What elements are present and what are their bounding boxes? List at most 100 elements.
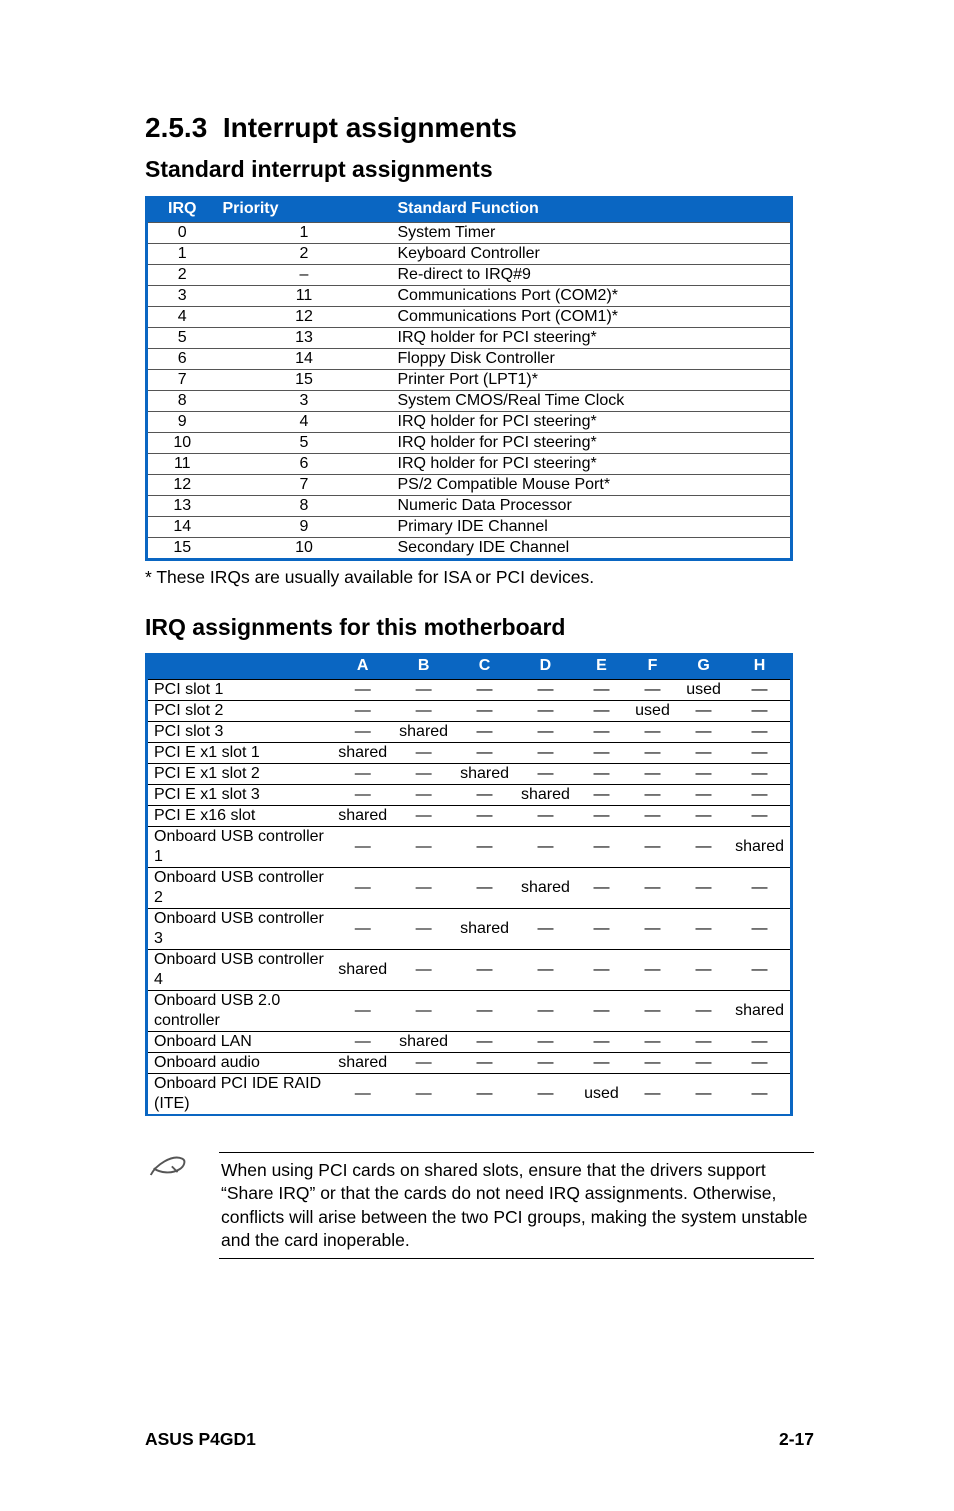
cell-value: — — [393, 827, 454, 868]
cell-value: shared — [332, 806, 393, 827]
cell-value: — — [678, 868, 729, 909]
cell-function: Keyboard Controller — [392, 243, 792, 264]
cell-value: — — [515, 764, 576, 785]
cell-function: Secondary IDE Channel — [392, 537, 792, 559]
cell-function: System CMOS/Real Time Clock — [392, 390, 792, 411]
cell-function: IRQ holder for PCI steering* — [392, 432, 792, 453]
cell-value: — — [332, 827, 393, 868]
table-row: 1510Secondary IDE Channel — [147, 537, 792, 559]
cell-label: PCI E x1 slot 2 — [147, 764, 333, 785]
cell-priority: 14 — [217, 348, 392, 369]
cell-irq: 2 — [147, 264, 217, 285]
table-row: 715Printer Port (LPT1)* — [147, 369, 792, 390]
table-row: Onboard USB controller 4shared——————— — [147, 950, 792, 991]
cell-label: PCI E x1 slot 1 — [147, 743, 333, 764]
cell-value: shared — [393, 1032, 454, 1053]
mb-th: G — [678, 653, 729, 680]
cell-value: — — [729, 868, 791, 909]
cell-priority: 13 — [217, 327, 392, 348]
cell-irq: 4 — [147, 306, 217, 327]
note-icon — [145, 1152, 219, 1204]
cell-label: Onboard USB controller 2 — [147, 868, 333, 909]
cell-value: — — [393, 909, 454, 950]
footer-right: 2-17 — [779, 1429, 814, 1451]
cell-value: — — [678, 1074, 729, 1116]
table-row: 94IRQ holder for PCI steering* — [147, 411, 792, 432]
cell-value: — — [678, 722, 729, 743]
cell-irq: 7 — [147, 369, 217, 390]
cell-value: — — [576, 1053, 627, 1074]
cell-irq: 14 — [147, 516, 217, 537]
cell-value: — — [332, 680, 393, 701]
cell-value: — — [454, 1032, 515, 1053]
cell-value: — — [454, 743, 515, 764]
cell-function: Communications Port (COM1)* — [392, 306, 792, 327]
cell-value: — — [332, 785, 393, 806]
cell-label: Onboard USB controller 3 — [147, 909, 333, 950]
cell-value: — — [678, 1053, 729, 1074]
mb-th: F — [627, 653, 678, 680]
cell-priority: 6 — [217, 453, 392, 474]
cell-label: PCI slot 1 — [147, 680, 333, 701]
cell-value: — — [627, 785, 678, 806]
cell-priority: 3 — [217, 390, 392, 411]
mb-th: D — [515, 653, 576, 680]
table-row: 116IRQ holder for PCI steering* — [147, 453, 792, 474]
cell-function: IRQ holder for PCI steering* — [392, 453, 792, 474]
cell-value: — — [393, 1074, 454, 1116]
motherboard-irq-table: ABCDEFGH PCI slot 1——————used—PCI slot 2… — [145, 653, 793, 1116]
cell-irq: 9 — [147, 411, 217, 432]
cell-value: — — [576, 1032, 627, 1053]
cell-priority: 1 — [217, 222, 392, 243]
cell-irq: 10 — [147, 432, 217, 453]
mb-th: C — [454, 653, 515, 680]
cell-value: — — [678, 701, 729, 722]
cell-value: — — [454, 950, 515, 991]
cell-value: — — [332, 991, 393, 1032]
cell-value: — — [454, 1053, 515, 1074]
table-row: PCI slot 1——————used— — [147, 680, 792, 701]
cell-value: — — [454, 722, 515, 743]
cell-value: — — [729, 785, 791, 806]
note-box: When using PCI cards on shared slots, en… — [145, 1152, 814, 1258]
cell-function: Floppy Disk Controller — [392, 348, 792, 369]
cell-value: — — [729, 701, 791, 722]
cell-value: — — [678, 764, 729, 785]
cell-value: — — [515, 743, 576, 764]
cell-label: PCI E x16 slot — [147, 806, 333, 827]
cell-value: — — [576, 680, 627, 701]
cell-priority: 4 — [217, 411, 392, 432]
table-row: PCI E x1 slot 3———shared———— — [147, 785, 792, 806]
cell-label: Onboard USB 2.0 controller — [147, 991, 333, 1032]
cell-irq: 11 — [147, 453, 217, 474]
cell-priority: 11 — [217, 285, 392, 306]
cell-irq: 6 — [147, 348, 217, 369]
cell-irq: 13 — [147, 495, 217, 516]
cell-value: — — [393, 701, 454, 722]
std-th-function: Standard Function — [392, 196, 792, 223]
cell-value: — — [627, 722, 678, 743]
cell-value: — — [515, 909, 576, 950]
cell-function: System Timer — [392, 222, 792, 243]
section-title: Interrupt assignments — [223, 112, 517, 143]
cell-value: — — [332, 1032, 393, 1053]
cell-priority: 15 — [217, 369, 392, 390]
cell-value: — — [454, 680, 515, 701]
table-row: 149Primary IDE Channel — [147, 516, 792, 537]
table-row: 127PS/2 Compatible Mouse Port* — [147, 474, 792, 495]
cell-function: PS/2 Compatible Mouse Port* — [392, 474, 792, 495]
cell-value: — — [729, 722, 791, 743]
cell-label: Onboard audio — [147, 1053, 333, 1074]
subheading-standard: Standard interrupt assignments — [145, 155, 814, 184]
cell-priority: 7 — [217, 474, 392, 495]
cell-label: PCI slot 3 — [147, 722, 333, 743]
cell-irq: 8 — [147, 390, 217, 411]
cell-value: — — [515, 991, 576, 1032]
cell-function: Numeric Data Processor — [392, 495, 792, 516]
mb-th: B — [393, 653, 454, 680]
mb-th: H — [729, 653, 791, 680]
cell-value: — — [515, 1074, 576, 1116]
cell-value: shared — [454, 764, 515, 785]
mb-th-blank — [147, 653, 333, 680]
table-row: PCI slot 2—————used—— — [147, 701, 792, 722]
